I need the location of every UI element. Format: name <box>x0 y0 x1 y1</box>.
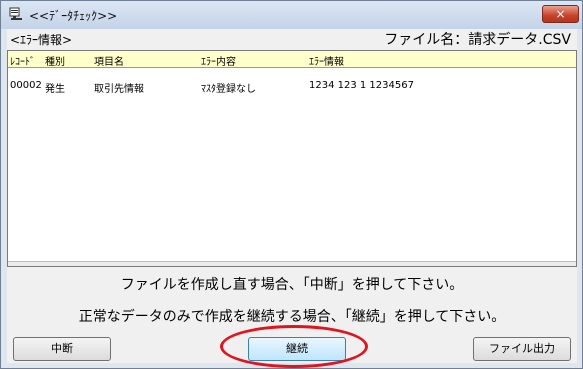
column-header-item[interactable]: 項目名 <box>94 53 124 68</box>
cell-type: 発生 <box>45 84 65 95</box>
table-header: ﾚｺｰﾄﾞ 種別 項目名 ｴﾗｰ内容 ｴﾗｰ情報 <box>8 51 576 68</box>
error-info-label: <ｴﾗｰ情報> <box>10 33 73 47</box>
column-header-type[interactable]: 種別 <box>45 53 65 68</box>
table-scrollbar[interactable] <box>8 261 576 266</box>
data-check-window: <<ﾃﾞｰﾀﾁｪｯｸ>> × <ｴﾗｰ情報> ファイル名：請求データ.CSV ﾚ… <box>0 0 583 369</box>
app-icon <box>9 7 22 20</box>
table-row[interactable]: 00002 発生 取引先情報 ﾏｽﾀ登録なし 1234 123 1 123456… <box>8 78 576 95</box>
highlight-circle <box>220 325 368 368</box>
instruction-continue: 正常なデータのみで作成を継続する場合、「継続」を押して下さい。 <box>78 309 506 325</box>
error-table[interactable]: ﾚｺｰﾄﾞ 種別 項目名 ｴﾗｰ内容 ｴﾗｰ情報 00002 発生 取引先情報 … <box>7 50 577 267</box>
stop-button[interactable]: 中断 <box>13 337 111 361</box>
close-button[interactable]: × <box>542 5 579 23</box>
close-icon: × <box>555 7 566 21</box>
cell-record: 00002 <box>10 80 42 91</box>
column-header-error-info[interactable]: ｴﾗｰ情報 <box>309 53 344 68</box>
instruction-stop: ファイルを作成し直す場合、「中断」を押して下さい。 <box>120 277 464 293</box>
cell-error-content: ﾏｽﾀ登録なし <box>201 84 256 95</box>
file-name-label: ファイル名：請求データ.CSV <box>384 32 571 48</box>
cell-error-info: 1234 123 1 1234567 <box>309 80 414 91</box>
dialog-body: <ｴﾗｰ情報> ファイル名：請求データ.CSV ﾚｺｰﾄﾞ 種別 項目名 ｴﾗｰ… <box>7 29 577 368</box>
column-header-record[interactable]: ﾚｺｰﾄﾞ <box>10 53 35 68</box>
window-title: <<ﾃﾞｰﾀﾁｪｯｸ>> <box>29 9 118 23</box>
export-file-button[interactable]: ファイル出力 <box>473 337 571 361</box>
cell-item: 取引先情報 <box>94 84 144 95</box>
column-header-error-content[interactable]: ｴﾗｰ内容 <box>201 53 236 68</box>
title-bar[interactable]: <<ﾃﾞｰﾀﾁｪｯｸ>> × <box>1 1 582 29</box>
